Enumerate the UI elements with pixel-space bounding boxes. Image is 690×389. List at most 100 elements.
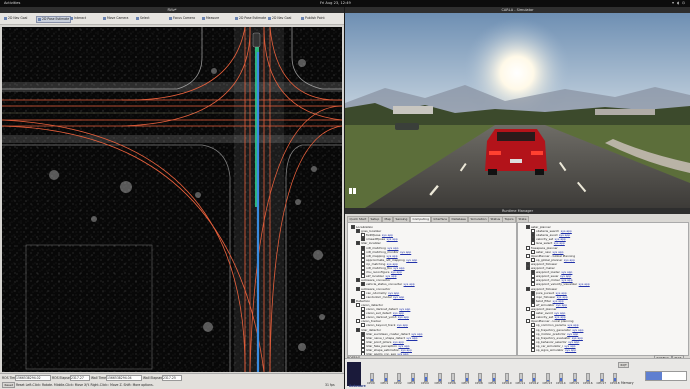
rviz-3d-view[interactable] bbox=[2, 27, 342, 372]
cpu-label: CPU8 bbox=[475, 381, 483, 385]
node-app-link[interactable]: sys app bbox=[397, 323, 408, 327]
node-app-link[interactable]: sys app bbox=[556, 303, 567, 307]
node-checkbox[interactable] bbox=[526, 253, 530, 258]
simulator-camera-view[interactable] bbox=[345, 13, 690, 208]
node-app-link[interactable]: sys app bbox=[406, 336, 417, 340]
cpu-label: CPU5 bbox=[434, 381, 443, 385]
cpu-label: CPU0 bbox=[367, 381, 375, 385]
node-app-link[interactable]: sys app bbox=[564, 258, 575, 262]
node-app-link[interactable]: sys app bbox=[393, 295, 404, 299]
node-checkbox[interactable] bbox=[361, 352, 365, 355]
node-checkbox[interactable] bbox=[526, 286, 530, 291]
rviz-tool-2[interactable]: Interact bbox=[69, 16, 87, 21]
rviz-tool-label: 2D Nav Goal bbox=[272, 16, 292, 20]
reset-button[interactable]: Reset bbox=[2, 382, 16, 388]
fps-readout: 31 fps bbox=[325, 383, 335, 387]
wall-time-label: Wall Time: bbox=[91, 376, 108, 380]
carla-window: CARLA - Simulator bbox=[345, 7, 690, 208]
ros-elapsed-value: 2317.27 bbox=[70, 375, 90, 381]
activities-button[interactable]: Activities bbox=[4, 1, 20, 5]
rviz-tool-5[interactable]: Focus Camera bbox=[168, 16, 196, 21]
clock[interactable]: Fri Aug 23, 12:49 bbox=[320, 1, 351, 5]
rviz-toolbar: 2D Nav Goal 2D Pose Estimate Interact Move … bbox=[0, 13, 344, 25]
node-checkbox[interactable] bbox=[356, 241, 360, 246]
autoware-logo-icon bbox=[347, 362, 361, 386]
node-checkbox[interactable] bbox=[356, 302, 360, 307]
pause-icon[interactable] bbox=[349, 188, 352, 194]
rviz-tool-9[interactable]: Publish Point bbox=[300, 16, 326, 21]
rviz-tool-label: 2D Pose Estimate bbox=[42, 17, 70, 21]
node-checkbox[interactable] bbox=[526, 225, 530, 229]
wall-time-value: 1566538294.04 bbox=[106, 375, 142, 381]
node-checkbox[interactable] bbox=[531, 348, 535, 352]
rviz-tool-6[interactable]: Measure bbox=[201, 16, 220, 21]
rviz-status-bar: ROS Time: 1566538294.02 ROS Elapsed: 231… bbox=[0, 373, 344, 389]
runtime-manager-title: Runtime Manager bbox=[345, 208, 690, 214]
cpu-label: CPU15 bbox=[569, 381, 580, 385]
cpu-label: CPU1 bbox=[380, 381, 389, 385]
memory-label: Memory bbox=[621, 381, 634, 385]
cpu-label: CPU9 bbox=[488, 381, 497, 385]
resource-monitor: Autoware RQT Memory CPU0 CPU1 CPU2 CPU3 CPU4… bbox=[345, 358, 690, 389]
rviz-tool-8[interactable]: 2D Nav Goal bbox=[267, 16, 292, 21]
node-checkbox[interactable] bbox=[356, 327, 360, 332]
node-app-link[interactable]: sys app bbox=[565, 348, 576, 352]
ego-car bbox=[485, 129, 547, 175]
point-cloud-map bbox=[2, 27, 342, 372]
node-checkbox[interactable] bbox=[526, 266, 530, 270]
cpu-label: CPU14 bbox=[556, 381, 566, 385]
node-checkbox[interactable] bbox=[356, 319, 360, 324]
ros-time-value: 1566538294.02 bbox=[15, 375, 51, 381]
node-label: lidar_apollo_cnn_seg bbox=[366, 352, 396, 356]
rqt-button[interactable]: RQT bbox=[618, 362, 630, 368]
wall-elapsed-label: Wall Elapsed: bbox=[143, 376, 164, 380]
node-checkbox[interactable] bbox=[351, 298, 355, 303]
cpu-label: CPU10 bbox=[502, 381, 512, 385]
node-checkbox[interactable] bbox=[351, 225, 355, 229]
node-app-link[interactable]: sys app bbox=[404, 282, 415, 286]
cpu-label: CPU16 bbox=[583, 381, 593, 385]
node-checkbox[interactable] bbox=[356, 229, 360, 234]
rviz-tool-1[interactable]: 2D Pose Estimate bbox=[36, 16, 72, 23]
autoware-logo: Autoware bbox=[349, 384, 366, 388]
node-checkbox[interactable] bbox=[356, 286, 360, 291]
runtime-manager-window: Runtime Manager Quick Start Setup Map Sensi… bbox=[345, 208, 690, 376]
rviz-tool-label: 2D Pose Estimate bbox=[239, 16, 267, 20]
node-checkbox[interactable] bbox=[526, 307, 530, 311]
rviz-tool-label: Measure bbox=[206, 16, 220, 20]
ego-vehicle-icon bbox=[252, 32, 261, 48]
node-app-link[interactable]: sys app bbox=[579, 282, 590, 286]
cpu-label: CPU18 bbox=[610, 381, 620, 385]
node-checkbox[interactable] bbox=[526, 245, 530, 250]
node-app-link[interactable]: sys app bbox=[397, 352, 408, 355]
cpu-label: CPU7 bbox=[461, 381, 470, 385]
node-item[interactable]: lidar_apollo_cnn_seg sys app bbox=[361, 352, 408, 356]
node-app-link[interactable]: sys app bbox=[387, 237, 398, 241]
node-app-link[interactable]: sys app bbox=[400, 250, 411, 254]
node-app-link[interactable]: sys app bbox=[398, 315, 409, 319]
rviz-tool-3[interactable]: Move Camera bbox=[102, 16, 129, 21]
rviz-tool-4[interactable]: Select bbox=[135, 16, 151, 21]
computing-left-panel: Localization gnss_localizer fix2tfpose sys … bbox=[347, 222, 517, 356]
cpu-label: CPU4 bbox=[421, 381, 429, 385]
rviz-tool-label: Interact bbox=[74, 16, 87, 20]
mouse-hint: Reset Left-Click: Rotate. Middle-Click: … bbox=[16, 383, 154, 387]
rviz-tool-0[interactable]: 2D Nav Goal bbox=[3, 16, 28, 21]
cpu-label: CPU2 bbox=[394, 381, 402, 385]
system-tray[interactable]: ▾ ◖ ⏻ bbox=[672, 1, 686, 5]
rviz-window: RViz* 2D Nav Goal 2D Pose Estimate Interac… bbox=[0, 7, 344, 389]
cpu-label: CPU6 bbox=[448, 381, 456, 385]
node-app-link[interactable]: sys app bbox=[406, 258, 417, 262]
rviz-tool-label: 2D Nav Goal bbox=[8, 16, 28, 20]
cpu-label: CPU3 bbox=[407, 381, 416, 385]
node-checkbox[interactable] bbox=[356, 278, 360, 283]
memory-bar bbox=[645, 371, 687, 381]
rviz-tool-7[interactable]: 2D Pose Estimate bbox=[234, 16, 267, 21]
node-label: op_signs_simulator bbox=[536, 348, 564, 352]
node-item[interactable]: op_signs_simulator sys app bbox=[531, 348, 576, 352]
system-top-bar: Activities Fri Aug 23, 12:49 ▾ ◖ ⏻ bbox=[0, 0, 690, 7]
cpu-label: CPU17 bbox=[596, 381, 607, 385]
rviz-tool-label: Select bbox=[140, 16, 150, 20]
cpu-label: CPU13 bbox=[542, 381, 553, 385]
node-checkbox[interactable] bbox=[526, 319, 530, 324]
